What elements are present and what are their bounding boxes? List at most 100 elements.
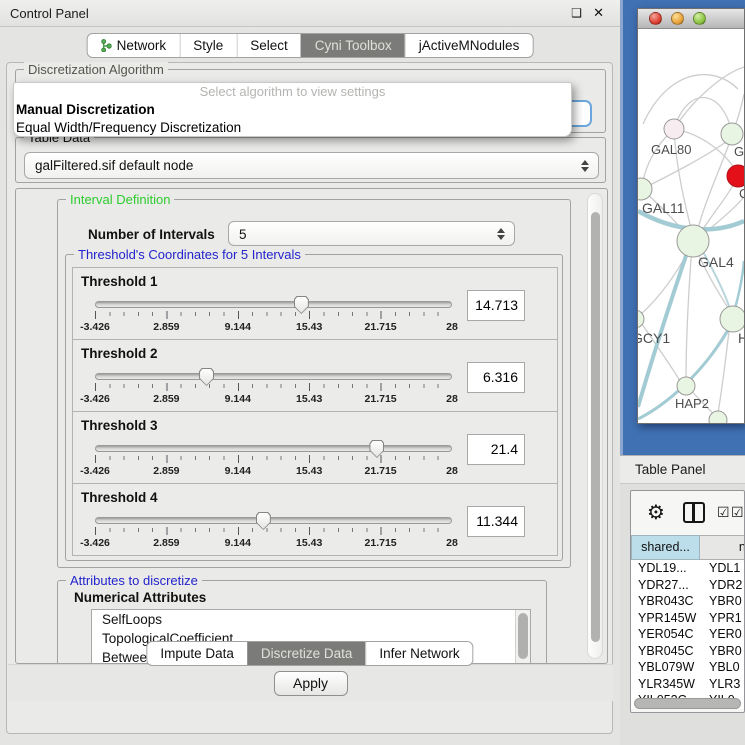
table-cell[interactable]: YBL0 [700, 659, 745, 676]
table-row[interactable]: YPR145WYPR1 [631, 610, 745, 627]
columns-icon[interactable] [683, 502, 705, 523]
table-data-combobox[interactable]: galFiltered.sif default node [24, 152, 599, 179]
close-traffic-light-icon[interactable] [649, 12, 662, 25]
tick-label: -3.426 [80, 393, 110, 405]
table-cell[interactable]: YBR0 [700, 593, 745, 610]
tab-infer-network[interactable]: Infer Network [365, 642, 472, 665]
network-window-titlebar[interactable] [638, 9, 744, 29]
threshold-1-slider[interactable]: -3.426 2.859 9.144 15.43 21.715 28 [95, 301, 452, 333]
gear-icon[interactable]: ⚙ [647, 500, 665, 525]
right-region: GAL80 GA CO GAL11 GAL4 GCY1 HA HAP2 Tabl… [620, 0, 745, 745]
node-gal4 [677, 225, 709, 257]
network-canvas[interactable]: GAL80 GA CO GAL11 GAL4 GCY1 HA HAP2 [638, 29, 744, 423]
list-item[interactable]: SelfLoops [92, 610, 530, 629]
threshold-3-value-field[interactable]: 21.4 [467, 434, 525, 465]
tab-cyni-toolbox[interactable]: Cyni Toolbox [301, 34, 405, 57]
tab-style[interactable]: Style [179, 34, 236, 57]
threshold-1-label: Threshold 1 [81, 274, 158, 289]
table-row[interactable]: YDL19...YDL1 [631, 560, 745, 577]
node-selected-red [727, 165, 744, 187]
threshold-4-value-field[interactable]: 11.344 [467, 506, 525, 537]
node-gal80 [664, 119, 684, 139]
table-cell[interactable]: YBL079W [631, 659, 700, 676]
threshold-3-label: Threshold 3 [81, 418, 158, 433]
apply-strip: Apply [8, 664, 613, 701]
slider-track[interactable] [95, 445, 452, 452]
tick-label: 9.144 [225, 465, 251, 477]
threshold-3-slider[interactable]: -3.426 2.859 9.144 15.43 21.715 28 [95, 445, 452, 477]
table-cell[interactable]: YPR145W [631, 610, 700, 627]
minimize-traffic-light-icon[interactable] [671, 12, 684, 25]
tab-label: Network [117, 38, 167, 53]
tab-network[interactable]: Network [88, 34, 180, 57]
column-header-shared[interactable]: shared... [631, 535, 700, 560]
main-vertical-scrollbar[interactable] [587, 193, 603, 659]
slider-tick-labels: -3.426 2.859 9.144 15.43 21.715 28 [95, 393, 452, 405]
threshold-4-slider[interactable]: -3.426 2.859 9.144 15.43 21.715 28 [95, 517, 452, 549]
list-scrollbar[interactable] [515, 610, 530, 664]
table-cell[interactable]: YLR3 [700, 676, 745, 693]
tick-label: 21.715 [365, 321, 397, 333]
tick-label: 15.43 [296, 465, 322, 477]
table-row[interactable]: YBR045CYBR0 [631, 643, 745, 660]
zoom-traffic-light-icon[interactable] [693, 12, 706, 25]
threshold-2-slider[interactable]: -3.426 2.859 9.144 15.43 21.715 28 [95, 373, 452, 405]
scrollbar-thumb[interactable] [634, 698, 741, 709]
column-header-name[interactable]: name [700, 535, 745, 560]
table-row[interactable]: YER054CYER0 [631, 626, 745, 643]
slider-tick-labels: -3.426 2.859 9.144 15.43 21.715 28 [95, 537, 452, 549]
table-cell[interactable]: YDR2 [700, 577, 745, 594]
table-cell[interactable]: YBR043C [631, 593, 700, 610]
cyni-toolbox-panel: Discretization Algorithm Table Data galF… [6, 62, 613, 734]
table-cell[interactable]: YER054C [631, 626, 700, 643]
combo-stepper-icon [581, 160, 589, 172]
popup-option-equal-width-frequency[interactable]: Equal Width/Frequency Discretization [14, 119, 571, 137]
table-cell[interactable]: YBR0 [700, 643, 745, 660]
tab-impute-data[interactable]: Impute Data [147, 642, 247, 665]
checkbox-icon[interactable]: ☑ [731, 504, 744, 521]
apply-button[interactable]: Apply [274, 671, 348, 696]
slider-track[interactable] [95, 517, 452, 524]
bottom-tab-bar: Impute Data Discretize Data Infer Networ… [146, 641, 473, 666]
table-cell[interactable]: YER0 [700, 626, 745, 643]
node-label: HA [738, 330, 744, 346]
tab-select[interactable]: Select [236, 34, 301, 57]
table-row[interactable]: YDR27...YDR2 [631, 577, 745, 594]
table-panel-box: ⚙ ☑ ☑ shared... name YDL19...YDL1 YDR27.… [630, 490, 745, 713]
tab-discretize-data[interactable]: Discretize Data [247, 642, 366, 665]
slider-tick-labels: -3.426 2.859 9.144 15.43 21.715 28 [95, 321, 452, 333]
table-horizontal-scrollbar[interactable] [634, 698, 741, 709]
scrollbar-thumb[interactable] [591, 212, 600, 642]
network-view-window[interactable]: GAL80 GA CO GAL11 GAL4 GCY1 HA HAP2 [637, 8, 745, 424]
table-row[interactable]: YBL079WYBL0 [631, 659, 745, 676]
popup-option-manual-discretization[interactable]: Manual Discretization [14, 101, 571, 119]
table-cell[interactable]: YLR345W [631, 676, 700, 693]
threshold-3-panel: Threshold 3 -3.426 2.859 9.144 15.43 [72, 411, 558, 484]
checkbox-icon[interactable]: ☑ [717, 504, 730, 521]
threshold-1-value-field[interactable]: 14.713 [467, 290, 525, 321]
threshold-2-value-field[interactable]: 6.316 [467, 362, 525, 393]
number-of-intervals-combobox[interactable]: 5 [228, 221, 515, 246]
table-row[interactable]: YBR043CYBR0 [631, 593, 745, 610]
tick-label: 2.859 [153, 321, 179, 333]
close-icon[interactable]: ✕ [593, 5, 604, 21]
table-panel-header: Table Panel [620, 455, 745, 484]
float-window-icon[interactable]: ❑ [571, 6, 582, 20]
table-cell[interactable]: YDL1 [700, 560, 745, 577]
tick-label: 21.715 [365, 537, 397, 549]
node-label: GAL11 [642, 200, 685, 216]
table-row[interactable]: YLR345WYLR3 [631, 676, 745, 693]
tab-jactivemnodules[interactable]: jActiveMNodules [405, 34, 533, 57]
node-label: GAL80 [651, 142, 691, 157]
table-cell[interactable]: YDL19... [631, 560, 700, 577]
table-cell[interactable]: YPR1 [700, 610, 745, 627]
tick-label: 28 [446, 393, 458, 405]
slider-track[interactable] [95, 373, 452, 380]
attributes-to-discretize-label: Attributes to discretize [66, 573, 202, 588]
slider-tick-labels: -3.426 2.859 9.144 15.43 21.715 28 [95, 465, 452, 477]
slider-track[interactable] [95, 301, 452, 308]
table-cell[interactable]: YBR045C [631, 643, 700, 660]
tab-label: jActiveMNodules [419, 38, 520, 53]
panel-title: Control Panel [10, 6, 89, 21]
table-cell[interactable]: YDR27... [631, 577, 700, 594]
